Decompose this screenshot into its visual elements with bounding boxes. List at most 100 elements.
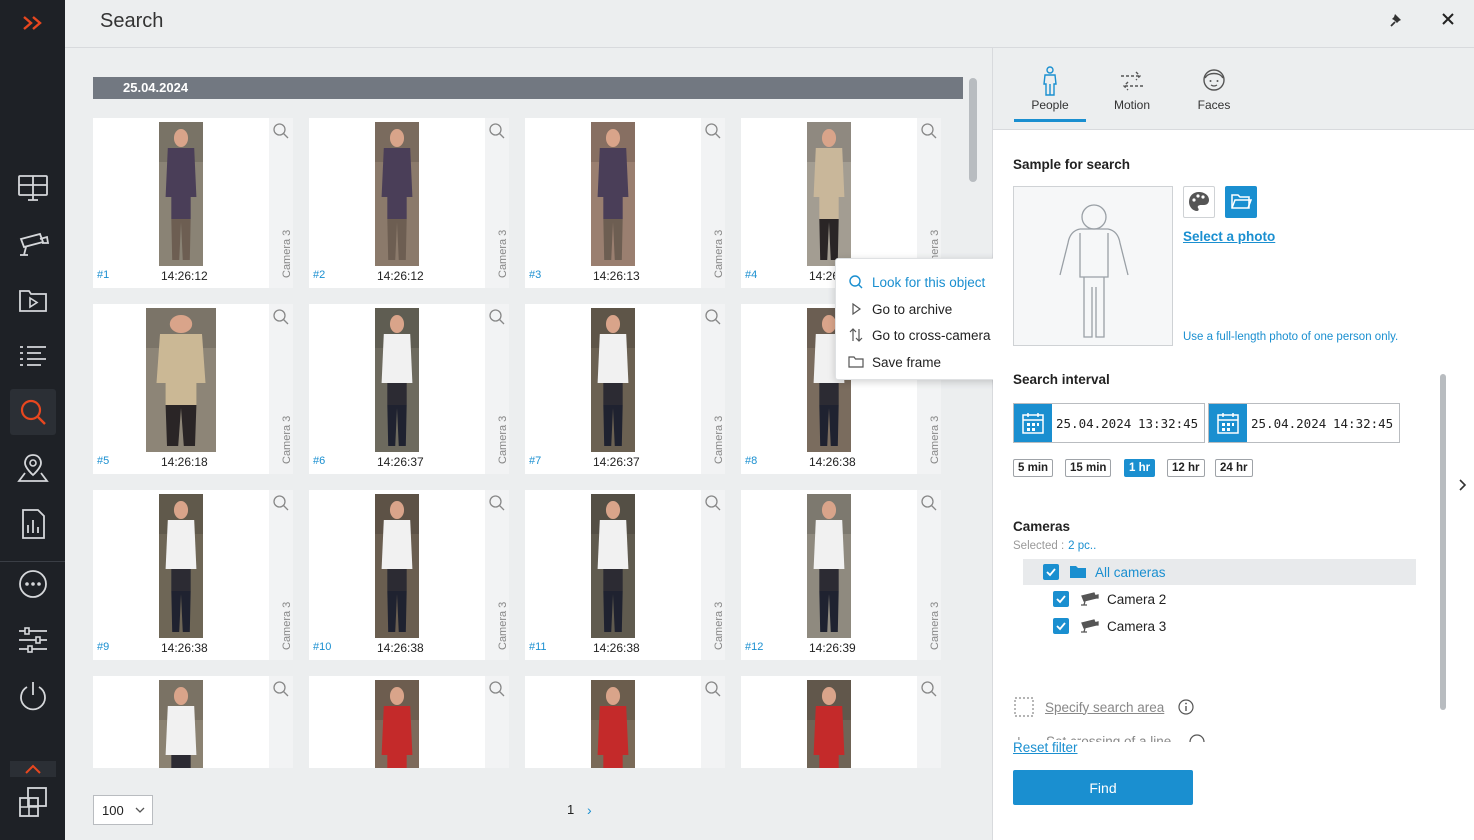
zoom-icon[interactable] xyxy=(704,122,722,140)
zoom-icon[interactable] xyxy=(704,680,722,698)
zoom-icon[interactable] xyxy=(272,680,290,698)
person-thumbnail[interactable] xyxy=(159,494,203,638)
tab-faces[interactable]: Faces xyxy=(1178,66,1250,122)
result-card[interactable]: Camera 3 #10 14:26:38 xyxy=(309,490,509,660)
checkbox-checked[interactable] xyxy=(1053,591,1069,607)
sample-image-box[interactable] xyxy=(1013,186,1173,346)
person-thumbnail[interactable] xyxy=(591,122,635,266)
tab-motion[interactable]: Motion xyxy=(1096,66,1168,122)
result-card[interactable]: Camera 3 #11 14:26:38 xyxy=(525,490,725,660)
result-card[interactable]: Camera 3 #9 14:26:38 xyxy=(93,490,293,660)
select-photo-link[interactable]: Select a photo xyxy=(1183,229,1275,244)
zoom-icon[interactable] xyxy=(704,494,722,512)
result-time: 14:26:12 xyxy=(161,269,208,283)
person-thumbnail[interactable] xyxy=(807,122,851,266)
zoom-icon[interactable] xyxy=(488,308,506,326)
zoom-icon[interactable] xyxy=(920,494,938,512)
quick-interval-5min[interactable]: 5 min xyxy=(1013,459,1054,477)
person-thumbnail[interactable] xyxy=(159,680,203,768)
person-thumbnail[interactable] xyxy=(375,122,419,266)
menu-item-go-to-archive[interactable]: Go to archive xyxy=(848,298,952,320)
person-thumbnail[interactable] xyxy=(591,494,635,638)
zoom-icon[interactable] xyxy=(920,680,938,698)
nav-cameras[interactable] xyxy=(10,221,56,267)
zoom-icon[interactable] xyxy=(488,494,506,512)
zoom-icon[interactable] xyxy=(488,680,506,698)
nav-monitoring[interactable] xyxy=(10,165,56,211)
zoom-icon[interactable] xyxy=(488,122,506,140)
checkmark-icon xyxy=(1046,568,1056,577)
result-card[interactable] xyxy=(309,676,509,768)
find-button[interactable]: Find xyxy=(1013,770,1193,805)
zoom-icon[interactable] xyxy=(272,122,290,140)
open-file-button[interactable] xyxy=(1225,186,1257,218)
selected-value[interactable]: 2 pc.. xyxy=(1068,540,1096,552)
result-card[interactable] xyxy=(93,676,293,768)
menu-item-save-frame[interactable]: Save frame xyxy=(848,351,941,373)
close-icon[interactable] xyxy=(1437,8,1459,30)
nav-archive[interactable] xyxy=(10,277,56,323)
expand-nav-button[interactable] xyxy=(10,0,56,46)
menu-item-look-for-object[interactable]: Look for this object xyxy=(848,271,985,293)
person-thumbnail[interactable] xyxy=(375,308,419,452)
zoom-icon[interactable] xyxy=(272,308,290,326)
result-card[interactable] xyxy=(525,676,725,768)
info-icon[interactable] xyxy=(1178,699,1194,715)
pin-icon[interactable] xyxy=(1387,10,1407,30)
panel-scrollbar[interactable] xyxy=(1440,374,1446,710)
result-card[interactable]: Camera 3 #3 14:26:13 xyxy=(525,118,725,288)
camera-tree-item[interactable]: Camera 2 xyxy=(1053,586,1166,612)
person-thumbnail[interactable] xyxy=(807,680,851,768)
nav-events[interactable] xyxy=(10,333,56,379)
photo-from-camera-button[interactable] xyxy=(1183,186,1215,218)
nav-map[interactable] xyxy=(10,445,56,491)
nav-power[interactable] xyxy=(10,673,56,719)
checkmark-icon xyxy=(1056,622,1066,631)
checkbox-checked[interactable] xyxy=(1043,564,1059,580)
layouts-toggle[interactable] xyxy=(10,761,56,777)
person-thumbnail[interactable] xyxy=(591,308,635,452)
tab-people[interactable]: People xyxy=(1014,66,1086,122)
calendar-icon[interactable] xyxy=(1014,404,1052,442)
result-card[interactable]: Camera 3 #6 14:26:37 xyxy=(309,304,509,474)
result-card[interactable]: Camera 3 #12 14:26:39 xyxy=(741,490,941,660)
info-icon[interactable] xyxy=(1189,734,1205,742)
result-card[interactable]: Camera 3 #2 14:26:12 xyxy=(309,118,509,288)
nav-reports[interactable] xyxy=(10,501,56,547)
page-number[interactable]: 1 xyxy=(567,802,574,817)
quick-interval-1hr[interactable]: 1 hr xyxy=(1124,459,1156,477)
camera-tree-all[interactable]: All cameras xyxy=(1023,559,1416,585)
interval-to-picker[interactable]: 25.04.2024 14:32:45 xyxy=(1208,403,1400,443)
reset-filter-link[interactable]: Reset filter xyxy=(1013,740,1082,755)
nav-search[interactable] xyxy=(10,389,56,435)
results-scrollbar[interactable] xyxy=(969,78,977,182)
person-thumbnail[interactable] xyxy=(159,122,203,266)
result-card[interactable] xyxy=(741,676,941,768)
quick-interval-24hr[interactable]: 24 hr xyxy=(1215,459,1253,477)
next-page-button[interactable]: › xyxy=(587,802,592,818)
nav-layouts[interactable] xyxy=(10,779,56,825)
zoom-icon[interactable] xyxy=(272,494,290,512)
result-card[interactable]: Camera 3 #1 14:26:12 xyxy=(93,118,293,288)
nav-settings[interactable] xyxy=(10,617,56,663)
zoom-icon[interactable] xyxy=(920,122,938,140)
search-area-label[interactable]: Specify search area xyxy=(1045,700,1164,715)
result-card[interactable]: Camera 3 #5 14:26:18 xyxy=(93,304,293,474)
specify-search-area[interactable]: Specify search area xyxy=(1013,696,1194,718)
per-page-select[interactable]: 100 xyxy=(93,795,153,825)
result-card[interactable]: Camera 3 #7 14:26:37 xyxy=(525,304,725,474)
person-thumbnail[interactable] xyxy=(591,680,635,768)
checkbox-checked[interactable] xyxy=(1053,618,1069,634)
quick-interval-15min[interactable]: 15 min xyxy=(1065,459,1112,477)
camera-tree-item[interactable]: Camera 3 xyxy=(1053,613,1166,639)
calendar-icon[interactable] xyxy=(1209,404,1247,442)
person-thumbnail[interactable] xyxy=(146,308,216,452)
person-thumbnail[interactable] xyxy=(375,680,419,768)
zoom-icon[interactable] xyxy=(704,308,722,326)
interval-from-picker[interactable]: 25.04.2024 13:32:45 xyxy=(1013,403,1205,443)
chevron-right-icon[interactable] xyxy=(1457,478,1467,492)
person-thumbnail[interactable] xyxy=(807,494,851,638)
quick-interval-12hr[interactable]: 12 hr xyxy=(1167,459,1205,477)
nav-more[interactable] xyxy=(10,561,56,607)
person-thumbnail[interactable] xyxy=(375,494,419,638)
